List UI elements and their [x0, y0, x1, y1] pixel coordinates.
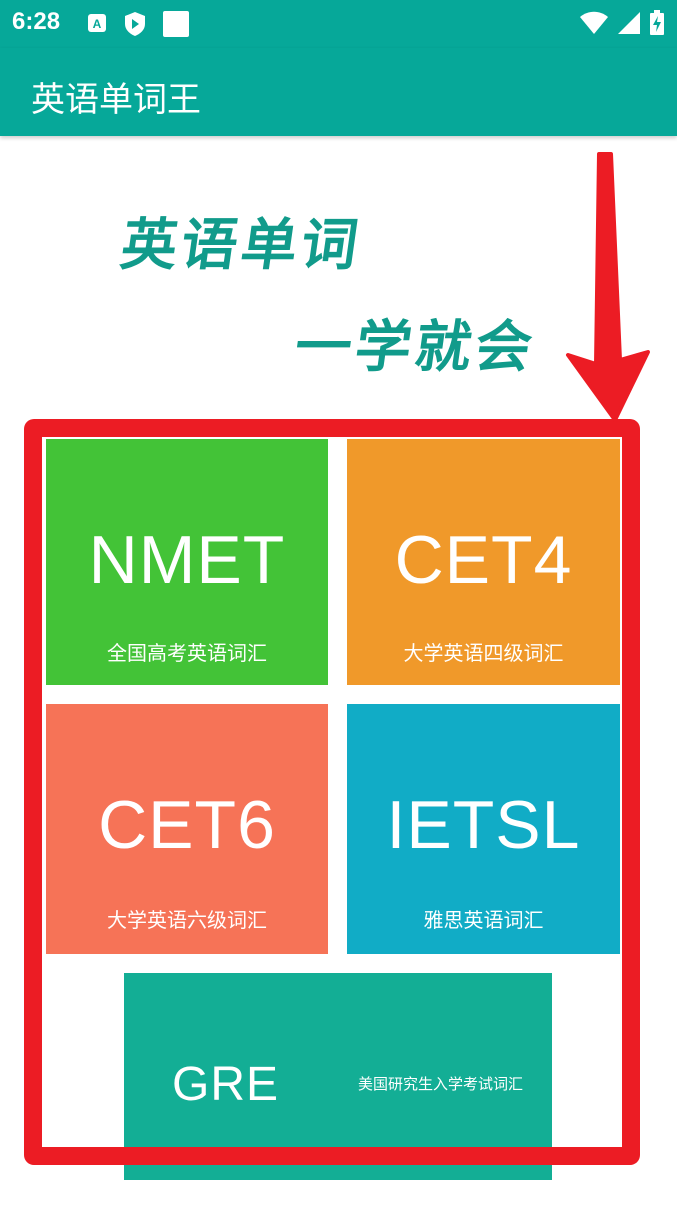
play-protect-icon [125, 12, 145, 36]
battery-charging-icon [650, 10, 664, 35]
a-letter-notification-icon: A [88, 14, 106, 32]
wifi-icon [580, 11, 608, 34]
status-system-icons [579, 10, 665, 36]
signal-icon [618, 12, 640, 34]
down-arrow-icon [566, 152, 650, 422]
banner-slogan-line2: 一学就会 [290, 315, 540, 380]
square-notification-icon [163, 11, 189, 37]
status-notification-icons: A [86, 10, 190, 38]
highlight-box [24, 419, 640, 1165]
status-time: 6:28 [12, 8, 61, 35]
app-bar: 英语单词王 [0, 48, 677, 136]
status-bar: 6:28 A [0, 0, 677, 48]
banner-slogan-line1: 英语单词 [116, 213, 366, 278]
app-title: 英语单词王 [31, 80, 201, 120]
svg-text:A: A [93, 17, 102, 31]
